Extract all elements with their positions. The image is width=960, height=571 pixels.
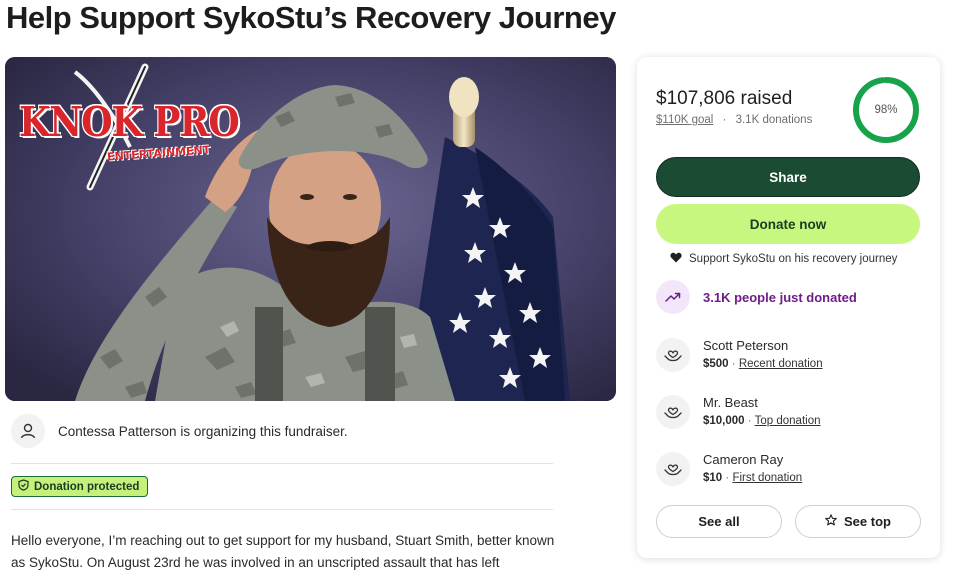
shield-icon — [18, 479, 29, 494]
separator-dot: · — [731, 358, 736, 370]
donor-amount: $10 — [703, 472, 723, 484]
donor-name: Cameron Ray — [703, 452, 784, 467]
support-text: Support SykoStu on his recovery journey — [689, 253, 898, 265]
trending-row: 3.1K people just donated — [656, 280, 857, 314]
donor-amount: $10,000 — [703, 415, 745, 427]
star-icon — [825, 514, 837, 529]
separator-dot: · — [722, 114, 727, 126]
divider — [11, 463, 553, 464]
donor-name: Mr. Beast — [703, 395, 758, 410]
page-title: Help Support SykoStu’s Recovery Journey — [6, 0, 616, 35]
progress-percent: 98% — [874, 104, 898, 116]
organizer-text: Contessa Patterson is organizing this fu… — [58, 423, 348, 439]
donor-amount: $500 — [703, 358, 729, 370]
hero-logo-text: KNOK PRO — [19, 97, 240, 147]
see-top-button[interactable]: See top — [795, 505, 921, 538]
donation-hand-icon — [656, 395, 690, 429]
story-text: Hello everyone, I’m reaching out to get … — [11, 533, 555, 570]
donor-item: Scott Peterson $500 · Recent donation — [656, 337, 823, 373]
donor-item: Cameron Ray $10 · First donation — [656, 451, 802, 487]
support-line: Support SykoStu on his recovery journey — [670, 252, 897, 266]
donation-kind-link[interactable]: Recent donation — [739, 358, 823, 370]
goal-line: $110K goal · 3.1K donations — [656, 114, 812, 126]
progress-ring: 98% — [852, 76, 920, 144]
divider — [11, 509, 553, 510]
donor-name: Scott Peterson — [703, 338, 789, 353]
see-all-button[interactable]: See all — [656, 505, 782, 538]
see-top-label: See top — [844, 514, 891, 529]
donation-kind-link[interactable]: First donation — [732, 472, 802, 484]
donor-item: Mr. Beast $10,000 · Top donation — [656, 394, 821, 430]
donation-hand-icon — [656, 452, 690, 486]
organizer-row: Contessa Patterson is organizing this fu… — [11, 414, 348, 448]
goal-link[interactable]: $110K goal — [656, 114, 713, 126]
hero-image: KNOK PRO ENTERTAINMENT — [5, 57, 616, 401]
trending-up-icon — [656, 280, 690, 314]
donation-hand-icon — [656, 338, 690, 372]
donation-protected-label: Donation protected — [34, 480, 140, 493]
donation-kind-link[interactable]: Top donation — [755, 415, 821, 427]
see-all-label: See all — [698, 514, 740, 529]
donation-card: $107,806 raised $110K goal · 3.1K donati… — [637, 57, 940, 558]
separator-dot: · — [725, 472, 730, 484]
user-icon — [11, 414, 45, 448]
donations-count: 3.1K donations — [735, 114, 813, 126]
trending-text: 3.1K people just donated — [703, 289, 857, 305]
share-button[interactable]: Share — [656, 157, 920, 197]
donation-protected-badge[interactable]: Donation protected — [11, 476, 149, 497]
donate-now-button[interactable]: Donate now — [656, 204, 920, 244]
separator-dot: · — [747, 415, 752, 427]
heart-icon — [670, 252, 682, 266]
amount-raised: $107,806 raised — [656, 88, 793, 109]
